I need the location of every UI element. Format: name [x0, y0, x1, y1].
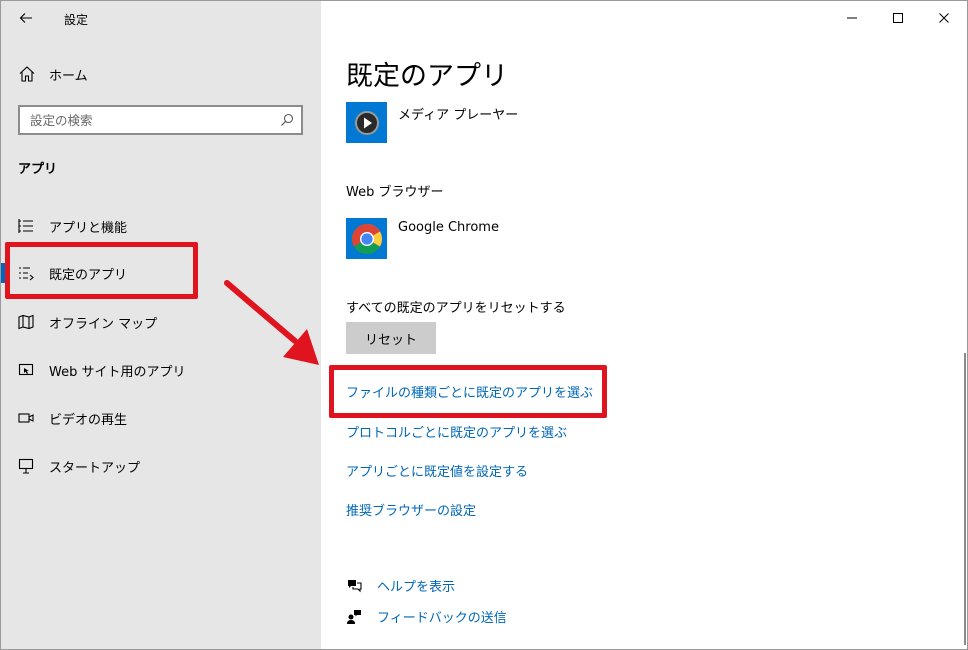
annotation-arrow-icon — [224, 280, 319, 365]
minimize-icon — [847, 17, 857, 19]
back-button[interactable] — [11, 5, 41, 31]
media-player-app[interactable]: メディア プレーヤー — [346, 102, 518, 143]
web-browser-app[interactable]: Google Chrome — [346, 218, 499, 259]
feedback-label: フィードバックの送信 — [377, 611, 507, 626]
search-input[interactable] — [20, 107, 280, 133]
back-arrow-icon — [19, 13, 32, 23]
home-icon — [19, 66, 35, 82]
chrome-tile — [346, 218, 387, 259]
section-title: アプリ — [18, 162, 58, 177]
link-choose-by-protocol[interactable]: プロトコルごとに既定のアプリを選ぶ — [346, 422, 567, 441]
main-content: 既定のアプリ メディア プレーヤー Web ブラウザー Google Chrom… — [321, 1, 967, 649]
search-box[interactable] — [18, 105, 303, 135]
maximize-icon — [893, 13, 903, 23]
help-label: ヘルプを表示 — [377, 580, 456, 595]
close-icon — [939, 13, 949, 23]
web-browser-label: Web ブラウザー — [346, 185, 444, 200]
minimize-button[interactable] — [829, 1, 875, 35]
search-icon[interactable] — [280, 113, 294, 127]
sidebar-item-label: ビデオの再生 — [49, 412, 128, 428]
list-icon — [18, 219, 33, 233]
sidebar-item-label: アプリと機能 — [49, 220, 128, 236]
sidebar-item-home[interactable]: ホーム — [1, 57, 321, 91]
map-icon — [18, 314, 34, 330]
sidebar-item-video-playback[interactable]: ビデオの再生 — [1, 398, 321, 438]
annotation-highlight-sidebar — [5, 242, 198, 299]
sidebar-item-label: スタートアップ — [49, 460, 141, 476]
startup-icon — [18, 458, 34, 474]
scrollbar[interactable] — [964, 353, 966, 645]
settings-window: 設定 ホーム アプリ アプリと機能 既定のアプリ — [0, 0, 968, 650]
link-set-defaults-by-app[interactable]: アプリごとに既定値を設定する — [346, 461, 528, 480]
media-player-icon — [354, 110, 379, 135]
page-title: 既定のアプリ — [346, 61, 508, 92]
help-icon — [348, 579, 362, 592]
window-title: 設定 — [64, 13, 89, 27]
web-browser-name: Google Chrome — [398, 220, 499, 235]
help-link[interactable]: ヘルプを表示 — [346, 576, 455, 595]
sidebar-item-apps-features[interactable]: アプリと機能 — [1, 206, 321, 246]
media-player-name: メディア プレーヤー — [398, 108, 519, 123]
feedback-icon — [347, 609, 361, 624]
feedback-link[interactable]: フィードバックの送信 — [346, 607, 507, 626]
sidebar-item-label: Web サイト用のアプリ — [49, 364, 186, 380]
link-recommended-browser-settings[interactable]: 推奨ブラウザーの設定 — [346, 500, 476, 519]
annotation-highlight-link — [329, 365, 607, 418]
media-player-tile — [346, 102, 387, 143]
reset-label: すべての既定のアプリをリセットする — [346, 301, 566, 316]
web-app-icon — [18, 363, 34, 376]
chrome-icon — [351, 223, 382, 254]
caption-buttons — [829, 1, 967, 35]
reset-button[interactable]: リセット — [346, 322, 436, 354]
sidebar-item-label: オフライン マップ — [49, 316, 158, 332]
home-label: ホーム — [49, 68, 88, 84]
sidebar-item-startup[interactable]: スタートアップ — [1, 446, 321, 486]
video-icon — [18, 413, 34, 423]
maximize-button[interactable] — [875, 1, 921, 35]
close-button[interactable] — [921, 1, 967, 35]
